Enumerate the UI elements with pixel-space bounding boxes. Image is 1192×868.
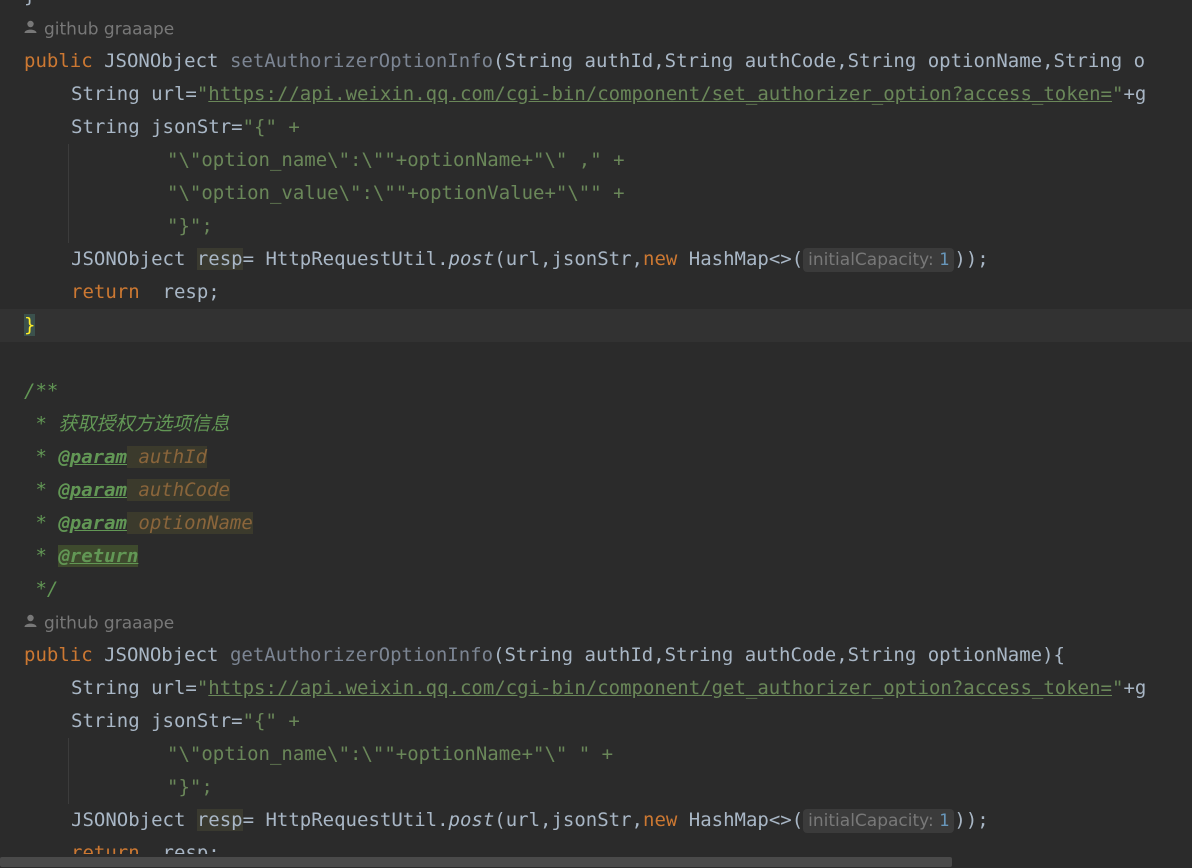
author-hint[interactable]: github graaape: [24, 607, 174, 640]
author-hint[interactable]: github graaape: [24, 13, 174, 46]
code-line: return resp;: [71, 281, 220, 303]
comment-line: /**: [24, 380, 59, 402]
code-line: String url="https://api.weixin.qq.com/cg…: [71, 83, 1147, 105]
parameter-hint: initialCapacity: 1: [803, 248, 955, 272]
comment-line: * @param optionName: [24, 512, 253, 534]
scrollbar-thumb[interactable]: [0, 857, 952, 867]
person-icon: [24, 607, 38, 640]
indent-guide: [68, 144, 69, 243]
code-line: String jsonStr="{" +: [71, 710, 300, 732]
url-link[interactable]: https://api.weixin.qq.com/cgi-bin/compon…: [208, 677, 1112, 699]
code-line: String url="https://api.weixin.qq.com/cg…: [71, 677, 1147, 699]
code-line: "}";: [167, 215, 213, 237]
comment-line: * @param authId: [24, 446, 208, 468]
comment-line: * @return: [24, 545, 139, 567]
code-line: public JSONObject getAuthorizerOptionInf…: [24, 644, 1065, 666]
code-line: public JSONObject setAuthorizerOptionInf…: [24, 50, 1146, 72]
author-name: github graaape: [44, 19, 175, 40]
code-line: "\"option_name\":\""+optionName+"\" " +: [167, 743, 614, 765]
current-line: }: [0, 309, 1192, 342]
code-line-cut: }: [0, 0, 46, 13]
horizontal-scrollbar[interactable]: [0, 854, 1192, 868]
code-line: JSONObject resp= HttpRequestUtil.post(ur…: [71, 248, 989, 272]
code-line: "}";: [167, 776, 213, 798]
url-link[interactable]: https://api.weixin.qq.com/cgi-bin/compon…: [208, 83, 1112, 105]
method-name[interactable]: setAuthorizerOptionInfo: [230, 50, 493, 72]
code-line: String jsonStr="{" +: [71, 116, 300, 138]
comment-line: * @param authCode: [24, 479, 230, 501]
code-line: "\"option_value\":\""+optionValue+"\"" +: [167, 182, 625, 204]
parameter-hint: initialCapacity: 1: [803, 809, 955, 833]
code-editor[interactable]: } github graaape public JSONObject setAu…: [0, 0, 1192, 868]
indent-guide: [68, 738, 69, 804]
code-line: JSONObject resp= HttpRequestUtil.post(ur…: [71, 809, 989, 833]
code-line: "\"option_name\":\""+optionName+"\" ," +: [167, 149, 625, 171]
author-name: github graaape: [44, 613, 175, 634]
matched-brace: }: [24, 314, 36, 336]
person-icon: [24, 13, 38, 46]
method-name[interactable]: getAuthorizerOptionInfo: [230, 644, 493, 666]
comment-line: */: [24, 578, 59, 600]
comment-line: * 获取授权方选项信息: [24, 413, 230, 435]
